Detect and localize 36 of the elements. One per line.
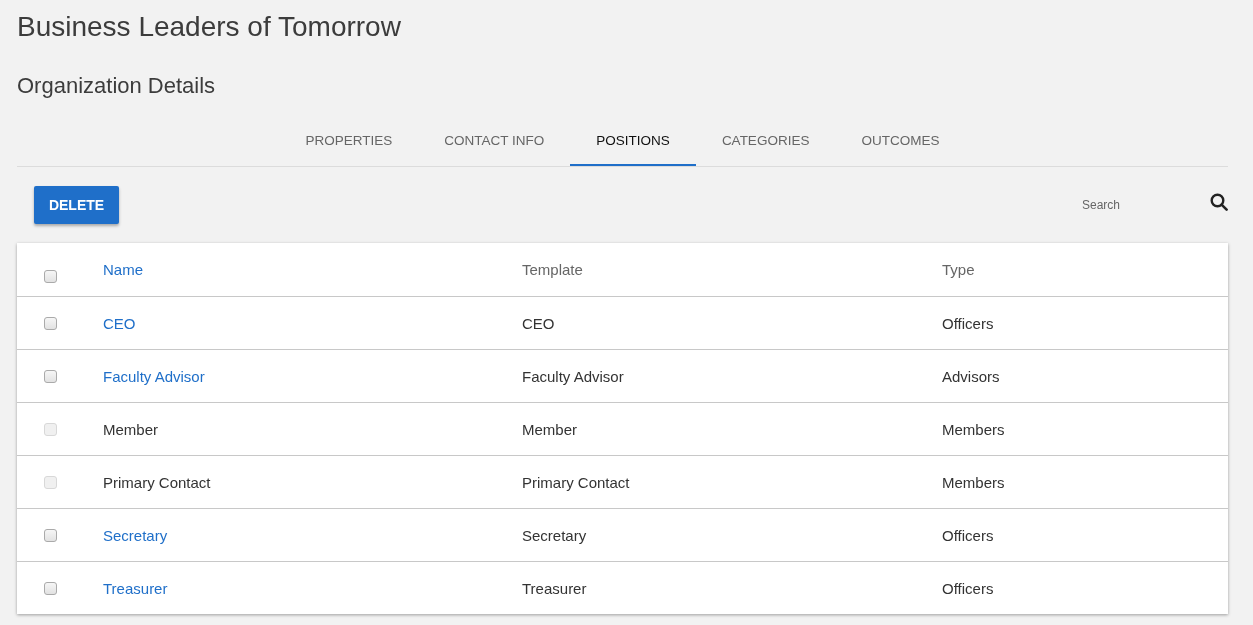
- type-cell: Officers: [942, 526, 994, 544]
- select-all-checkbox[interactable]: [44, 270, 57, 283]
- column-header[interactable]: Name: [103, 261, 143, 278]
- template-cell: CEO: [522, 314, 555, 332]
- search-icon[interactable]: [1210, 193, 1228, 211]
- position-name[interactable]: Treasurer: [103, 579, 168, 597]
- template-cell: Faculty Advisor: [522, 367, 624, 385]
- template-cell: Primary Contact: [522, 473, 630, 491]
- row-checkbox[interactable]: [44, 316, 57, 330]
- tab[interactable]: CONTACT INFO: [418, 116, 571, 166]
- type-cell: Members: [942, 420, 1005, 438]
- position-name: Member: [103, 420, 158, 438]
- position-name[interactable]: CEO: [103, 314, 136, 332]
- column-header: Type: [942, 261, 975, 278]
- tab[interactable]: POSITIONS: [570, 116, 696, 166]
- position-name: Primary Contact: [103, 473, 211, 491]
- section-title: Organization Details: [17, 72, 216, 100]
- row-checkbox[interactable]: [44, 528, 57, 542]
- search-field[interactable]: Search: [1076, 193, 1202, 217]
- page-title: Business Leaders of Tomorrow: [17, 10, 401, 44]
- tab[interactable]: PROPERTIES: [279, 116, 419, 166]
- tab[interactable]: CATEGORIES: [695, 116, 836, 166]
- type-cell: Advisors: [942, 367, 1000, 385]
- position-name[interactable]: Faculty Advisor: [103, 367, 205, 385]
- position-name[interactable]: Secretary: [103, 526, 168, 544]
- column-header: Template: [522, 261, 583, 278]
- row-checkbox[interactable]: [44, 581, 57, 595]
- type-cell: Officers: [942, 579, 994, 597]
- template-cell: Secretary: [522, 526, 587, 544]
- type-cell: Officers: [942, 314, 994, 332]
- delete-button[interactable]: DELETE: [34, 185, 119, 224]
- type-cell: Members: [942, 473, 1005, 491]
- template-cell: Treasurer: [522, 579, 587, 597]
- row-checkbox[interactable]: [44, 369, 57, 383]
- tab[interactable]: OUTCOMES: [835, 116, 966, 166]
- template-cell: Member: [522, 420, 577, 438]
